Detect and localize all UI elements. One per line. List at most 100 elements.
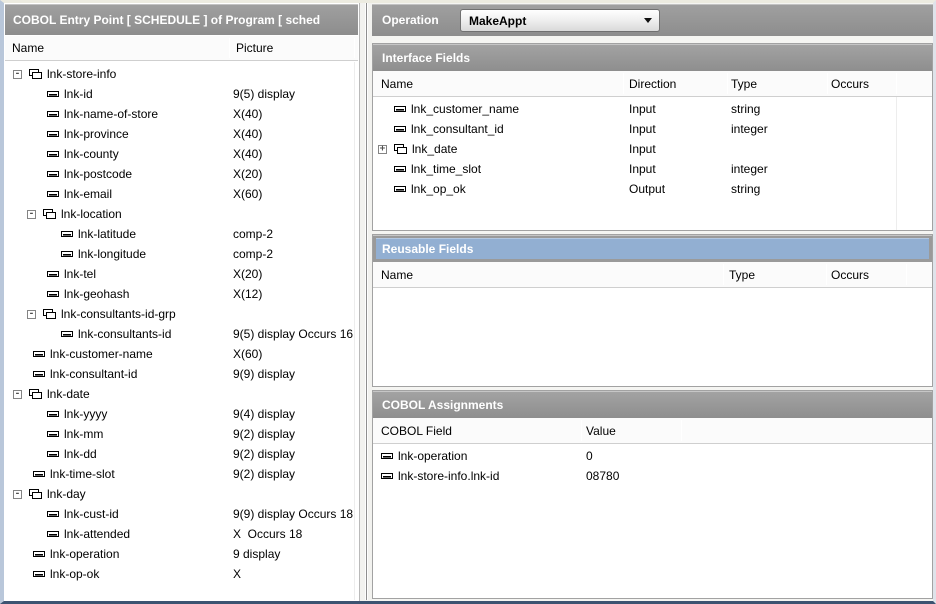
column-divider[interactable]	[581, 420, 582, 441]
expand-collapse-icon[interactable]: -	[13, 390, 22, 399]
group-field-icon	[42, 308, 57, 321]
tree-row[interactable]: lnk-id9(5) display	[5, 84, 358, 104]
field-name: lnk-postcode	[64, 167, 132, 181]
expander-spacer	[13, 354, 33, 355]
expand-collapse-icon[interactable]: -	[13, 70, 22, 79]
column-divider[interactable]	[229, 38, 230, 58]
field-direction: Input	[629, 162, 656, 176]
expander-spacer	[41, 254, 61, 255]
field-name: lnk-attended	[64, 527, 130, 541]
operation-dropdown[interactable]: MakeAppt	[460, 9, 660, 32]
field-name: lnk-consultant-id	[50, 367, 137, 381]
column-header-type[interactable]: Type	[729, 268, 755, 282]
column-header-cobol-field[interactable]: COBOL Field	[381, 424, 452, 438]
field-name: lnk_date	[412, 142, 457, 156]
field-name: lnk-customer-name	[50, 347, 153, 361]
field-picture: X Occurs 18	[233, 527, 302, 541]
tree-row[interactable]: lnk-cust-id9(9) display Occurs 18	[5, 504, 358, 524]
tree-row[interactable]: lnk-time-slot9(2) display	[5, 464, 358, 484]
group-field-icon	[42, 208, 57, 221]
tree-row[interactable]: lnk-countyX(40)	[5, 144, 358, 164]
cobol-assignments-title: COBOL Assignments	[382, 398, 503, 412]
column-divider[interactable]	[826, 264, 827, 285]
tree-row[interactable]: lnk-dd9(2) display	[5, 444, 358, 464]
interface-fields-column-header: Name Direction Type Occurs	[373, 71, 932, 97]
interface-field-row[interactable]: +lnk_dateInput	[373, 139, 932, 159]
cobol-assignment-row[interactable]: lnk-store-info.lnk-id08780	[373, 466, 932, 486]
column-divider[interactable]	[623, 73, 624, 94]
dropdown-arrow-icon[interactable]	[644, 18, 652, 23]
field-icon	[33, 550, 46, 558]
column-divider[interactable]	[354, 38, 355, 58]
column-header-name[interactable]: Name	[381, 77, 413, 91]
tree-row[interactable]: lnk-emailX(60)	[5, 184, 358, 204]
column-header-name[interactable]: Name	[12, 41, 44, 55]
tree-row[interactable]: lnk-mm9(2) display	[5, 424, 358, 444]
tree-row[interactable]: -lnk-store-info	[5, 64, 358, 84]
column-divider[interactable]	[723, 264, 724, 285]
tree-row[interactable]: lnk-longitudecomp-2	[5, 244, 358, 264]
field-direction: Output	[629, 182, 665, 196]
field-name: lnk-tel	[64, 267, 96, 281]
tree-row[interactable]: -lnk-location	[5, 204, 358, 224]
column-header-occurs[interactable]: Occurs	[831, 77, 869, 91]
cobol-assignments-header: COBOL Assignments	[373, 391, 932, 418]
field-picture: 9(5) display	[233, 87, 295, 101]
expand-collapse-icon[interactable]: -	[27, 310, 36, 319]
field-name: lnk-name-of-store	[64, 107, 158, 121]
panel-splitter[interactable]	[360, 3, 372, 601]
tree-row[interactable]: lnk-consultants-id9(5) display Occurs 16	[5, 324, 358, 344]
column-divider[interactable]	[727, 73, 728, 94]
tree-row[interactable]: lnk-postcodeX(20)	[5, 164, 358, 184]
expand-collapse-icon[interactable]: -	[27, 210, 36, 219]
group-field-icon	[28, 388, 43, 401]
field-icon	[47, 110, 60, 118]
field-picture: X(60)	[233, 347, 262, 361]
field-icon	[47, 130, 60, 138]
column-header-name[interactable]: Name	[381, 268, 413, 282]
column-divider[interactable]	[681, 420, 682, 441]
field-picture: 9(4) display	[233, 407, 295, 421]
column-header-occurs[interactable]: Occurs	[831, 268, 869, 282]
cobol-field-value: 08780	[586, 469, 619, 483]
column-header-direction[interactable]: Direction	[629, 77, 676, 91]
field-name: lnk-province	[64, 127, 129, 141]
interface-field-row[interactable]: lnk_consultant_idInputinteger	[373, 119, 932, 139]
tree-row[interactable]: lnk-name-of-storeX(40)	[5, 104, 358, 124]
expander-spacer	[41, 334, 61, 335]
expander-spacer	[386, 189, 394, 190]
column-divider[interactable]	[827, 73, 828, 94]
operation-label: Operation	[382, 13, 439, 27]
tree-row[interactable]: lnk-operation9 display	[5, 544, 358, 564]
field-icon	[61, 330, 74, 338]
column-divider[interactable]	[906, 264, 907, 285]
expander-spacer	[27, 274, 47, 275]
interface-field-row[interactable]: lnk_op_okOutputstring	[373, 179, 932, 199]
column-header-value[interactable]: Value	[586, 424, 616, 438]
reusable-fields-title: Reusable Fields	[382, 242, 473, 256]
tree-row[interactable]: lnk-latitudecomp-2	[5, 224, 358, 244]
tree-row[interactable]: lnk-attended X Occurs 18	[5, 524, 358, 544]
tree-row[interactable]: lnk-provinceX(40)	[5, 124, 358, 144]
column-header-picture[interactable]: Picture	[236, 41, 273, 55]
expand-collapse-icon[interactable]: +	[378, 145, 387, 154]
column-divider[interactable]	[896, 73, 897, 94]
cobol-assignment-row[interactable]: lnk-operation0	[373, 446, 932, 466]
tree-row[interactable]: lnk-customer-name X(60)	[5, 344, 358, 364]
tree-row[interactable]: lnk-geohashX(12)	[5, 284, 358, 304]
tree-row[interactable]: lnk-telX(20)	[5, 264, 358, 284]
tree-row[interactable]: lnk-op-okX	[5, 564, 358, 584]
expand-collapse-icon[interactable]: -	[13, 490, 22, 499]
operation-bar: Operation MakeAppt	[372, 4, 933, 36]
tree-row[interactable]: -lnk-consultants-id-grp	[5, 304, 358, 324]
field-name: lnk-county	[64, 147, 119, 161]
tree-row[interactable]: -lnk-day	[5, 484, 358, 504]
interface-field-row[interactable]: lnk_time_slotInputinteger	[373, 159, 932, 179]
tree-row[interactable]: -lnk-date	[5, 384, 358, 404]
interface-field-row[interactable]: lnk_customer_nameInputstring	[373, 99, 932, 119]
tree-row[interactable]: lnk-consultant-id9(9) display	[5, 364, 358, 384]
tree-row[interactable]: lnk-yyyy9(4) display	[5, 404, 358, 424]
field-icon	[47, 410, 60, 418]
left-panel-title-text: COBOL Entry Point [ SCHEDULE ] of Progra…	[13, 13, 320, 27]
column-header-type[interactable]: Type	[731, 77, 757, 91]
